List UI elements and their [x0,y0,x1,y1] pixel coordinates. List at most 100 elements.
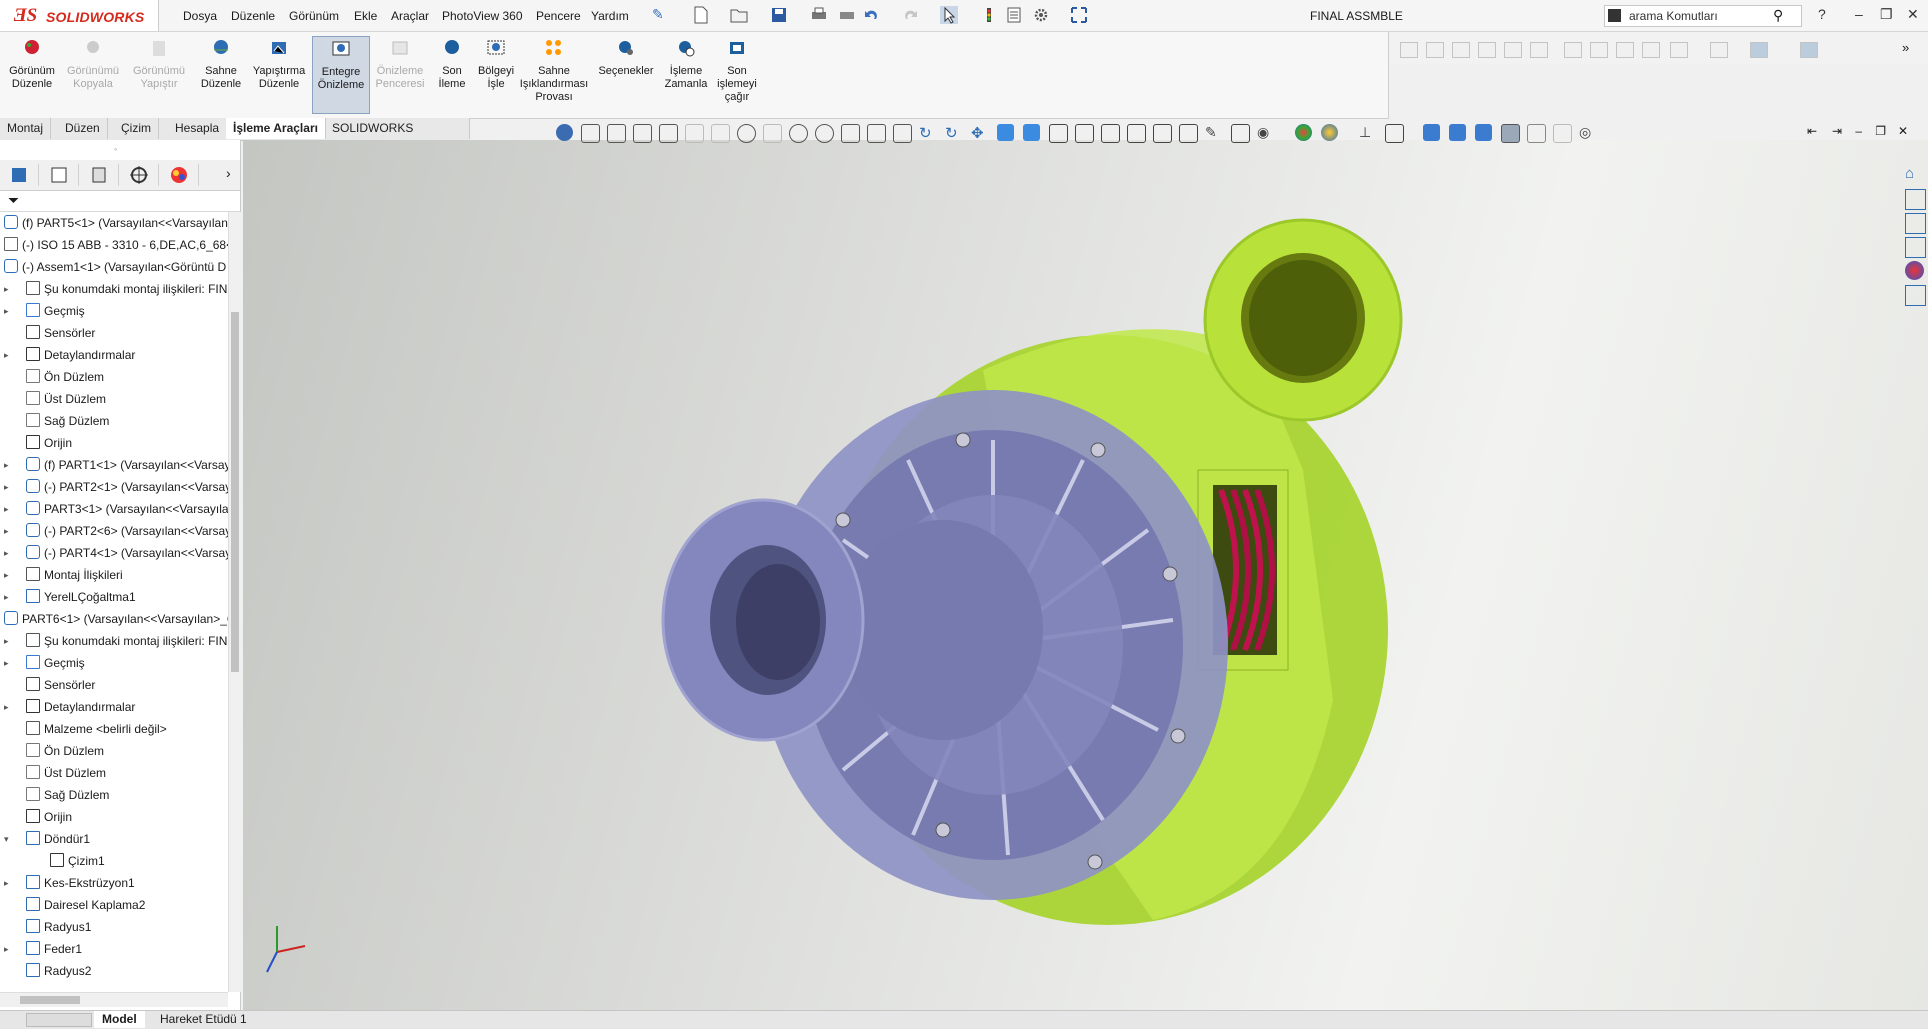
wireframe-icon[interactable] [1101,124,1120,143]
search-commands-box[interactable]: arama Komutları ⚲ [1604,5,1802,27]
fan-assembly-model[interactable] [243,140,1928,1010]
new-document-icon[interactable] [692,6,710,24]
menu-yardim[interactable]: Yardım [591,9,629,23]
hidden-lines-visible-icon[interactable] [1075,124,1094,143]
expand-arrow-icon[interactable]: ▸ [4,278,12,294]
toolbar-icon-1[interactable] [1400,42,1418,58]
tab-model[interactable]: Model [94,1011,145,1028]
copy-appearance-button[interactable]: Görünümü Kopyala [64,36,122,91]
zoom-to-selection-icon[interactable] [789,124,808,143]
hidden-lines-removed-icon[interactable] [1049,124,1068,143]
menu-photoview[interactable]: PhotoView 360 [442,9,523,23]
rotate-view-icon[interactable]: ↻ [919,124,936,142]
toolbar-icon-5[interactable] [1504,42,1522,58]
close-icon[interactable]: ✕ [1907,6,1919,23]
zoom-icon[interactable] [815,124,834,143]
edit-decal-button[interactable]: Yapıştırma Düzenle [250,36,308,91]
toolbar-icon-10[interactable] [1642,42,1660,58]
tree-item[interactable]: (-) ISO 15 ABB - 3310 - 6,DE,AC,6_68<2> [0,234,228,256]
view-normal-icon[interactable] [867,124,886,143]
appearances-scenes-icon[interactable] [1905,261,1924,280]
view-palette-icon[interactable] [1905,237,1926,258]
filter-funnel-icon[interactable]: ⏷ [8,192,19,209]
help-icon[interactable]: ? [1818,6,1826,22]
property-manager-tab-icon[interactable] [40,164,79,186]
custom-properties-icon[interactable] [1905,285,1926,306]
edit-scene-button[interactable]: Sahne Düzenle [196,36,246,91]
tree-item[interactable]: Üst Düzlem [0,388,228,410]
zoom-in-out-icon[interactable] [763,124,782,143]
tree-item[interactable]: ▸ Feder1 [0,938,228,960]
shaded-icon[interactable] [1023,124,1040,141]
screen-capture-icon[interactable]: ◎ [1579,124,1596,141]
recall-last-render-button[interactable]: Son işlemeyi çağır [712,36,762,104]
tree-item[interactable]: ▸ Geçmiş [0,300,228,322]
tree-item[interactable]: ▸ Detaylandırmalar [0,344,228,366]
redo-icon[interactable] [902,6,920,24]
hscrollbar-thumb[interactable] [20,996,80,1004]
tab-motion-study-1[interactable]: Hareket Etüdü 1 [152,1011,255,1028]
display-manager-tab-icon[interactable] [160,164,199,186]
tree-item[interactable]: Dairesel Kaplama2 [0,894,228,916]
tree-item[interactable]: ▸ Kes-Ekstrüzyon1 [0,872,228,894]
toolbar-icon-13[interactable] [1750,42,1768,58]
section-view-icon[interactable] [1127,124,1146,143]
tree-item[interactable]: Ön Düzlem [0,740,228,762]
tree-item[interactable]: ▸ (-) PART2<6> (Varsayılan<<Varsay [0,520,228,542]
fullscreen-icon[interactable] [1070,6,1088,24]
shadows-icon[interactable] [1449,124,1466,141]
print-preview-icon[interactable] [838,6,856,24]
expand-arrow-icon[interactable]: ▸ [4,476,12,492]
render-region-button[interactable]: Bölgeyi İşle [474,36,518,91]
apply-scene-icon[interactable] [1321,124,1338,141]
expand-arrow-icon[interactable]: ▸ [4,542,12,558]
scene-illumination-proof-button[interactable]: Sahne Işıklandırması Provası [518,36,590,104]
shaded-with-edges-icon[interactable] [997,124,1014,141]
link-views-icon[interactable] [685,124,704,143]
menu-pencere[interactable]: Pencere [536,9,581,23]
tree-item[interactable]: Sağ Düzlem [0,410,228,432]
expand-arrow-icon[interactable]: ▸ [4,652,12,668]
camera-view-icon[interactable] [1527,124,1546,143]
hide-show-items-icon[interactable]: ◉ [1257,124,1274,141]
zoom-to-area-icon[interactable] [737,124,756,143]
tab-scroll-arrows[interactable] [26,1013,92,1027]
open-folder-icon[interactable] [730,6,748,24]
options-button[interactable]: Seçenekler [594,36,658,78]
paste-appearance-button[interactable]: Görünümü Yapıştır [130,36,188,91]
toolbar-icon-8[interactable] [1590,42,1608,58]
integrated-preview-button[interactable]: Entegre Önizleme [312,36,370,114]
menu-dosya[interactable]: Dosya [183,9,217,23]
tab-isleme-araclari[interactable]: İşleme Araçları [226,118,326,139]
expand-arrow-icon[interactable]: ▸ [4,938,12,954]
viewport-restore-icon[interactable]: ❐ [1875,124,1886,138]
toolbar-icon-9[interactable] [1616,42,1634,58]
viewport-back-icon[interactable]: ⇤ [1807,124,1817,138]
tab-montaj[interactable]: Montaj [0,118,52,139]
expand-chevron-icon[interactable]: » [1902,40,1909,55]
graphics-viewport[interactable] [243,140,1928,1010]
tree-item[interactable]: Ön Düzlem [0,366,228,388]
edit-appearance-button[interactable]: Görünüm Düzenle [6,36,58,91]
tree-item[interactable]: (-) Assem1<1> (Varsayılan<Görüntü D [0,256,228,278]
rebuild-icon[interactable] [980,6,998,24]
options-gear-icon[interactable] [1032,6,1050,24]
viewport-minimize-icon[interactable]: – [1855,124,1862,138]
file-properties-icon[interactable] [1005,6,1023,24]
expand-arrow-icon[interactable]: ▸ [4,696,12,712]
tree-item[interactable]: ▸ (-) PART4<1> (Varsayılan<<Varsay [0,542,228,564]
expand-arrow-icon[interactable]: ▸ [4,564,12,580]
tab-solidworks-eklentileri[interactable]: SOLIDWORKS Eklentileri [325,118,470,156]
toolbar-icon-12[interactable] [1710,42,1728,58]
tree-item[interactable]: ▸ Geçmiş [0,652,228,674]
four-view-icon[interactable] [659,124,678,143]
tab-cizim[interactable]: Çizim [114,118,159,139]
tree-item[interactable]: Sağ Düzlem [0,784,228,806]
toolbar-icon-6[interactable] [1530,42,1548,58]
ambient-occlusion-icon[interactable] [1475,124,1492,141]
tree-item[interactable]: ▸ Detaylandırmalar [0,696,228,718]
menu-ekle[interactable]: Ekle [354,9,377,23]
tree-item[interactable]: PART6<1> (Varsayılan<<Varsayılan>_G [0,608,228,630]
expand-arrow-icon[interactable]: ▸ [4,586,12,602]
solidworks-resources-icon[interactable]: ⌂ [1905,165,1924,184]
